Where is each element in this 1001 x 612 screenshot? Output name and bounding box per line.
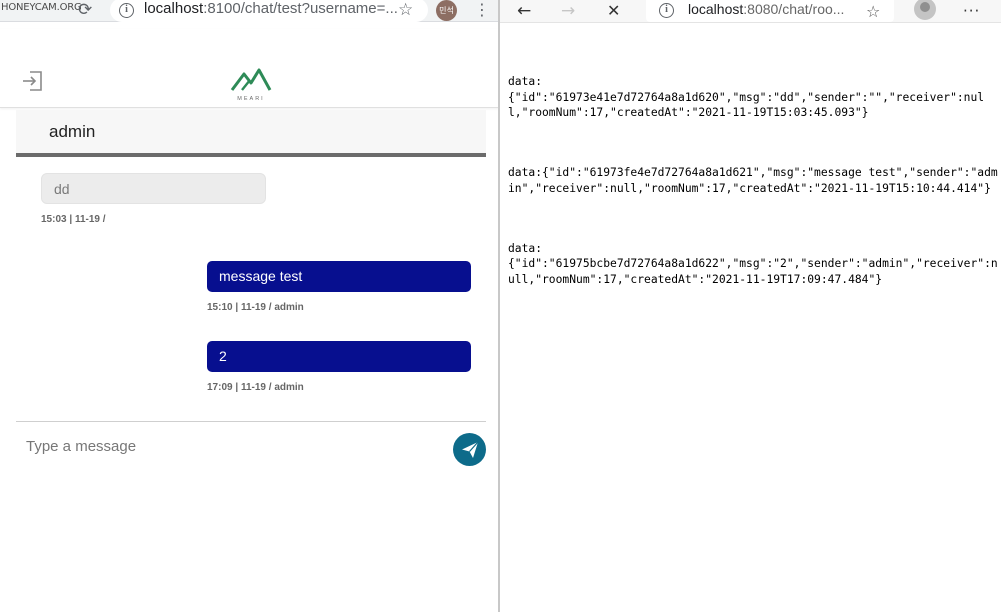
message-meta: 17:09 | 11-19 / admin xyxy=(207,382,304,393)
message-bubble-sent: message test xyxy=(207,261,471,292)
message-meta: 15:10 | 11-19 / admin xyxy=(207,302,304,313)
left-address-bar[interactable]: i localhost:8100/chat/test?username=... xyxy=(110,0,428,22)
message-meta: 15:03 | 11-19 / xyxy=(41,214,106,225)
message-sender: admin xyxy=(274,302,304,313)
message-date: 11-19 xyxy=(240,382,266,393)
left-url[interactable]: localhost:8100/chat/test?username=... xyxy=(144,0,398,17)
send-icon xyxy=(462,441,479,458)
info-icon[interactable]: i xyxy=(659,3,674,18)
chat-title: admin xyxy=(49,122,96,141)
watermark: HONEYCAM.ORG xyxy=(1,2,82,13)
message-text: message test xyxy=(219,268,303,284)
message-input[interactable] xyxy=(16,430,436,462)
kebab-menu-icon[interactable]: ⋮ xyxy=(474,0,490,20)
message-date: 11-19 xyxy=(74,214,100,225)
reload-icon[interactable]: ⟳ xyxy=(78,0,92,20)
message-date: 11-19 xyxy=(240,302,266,313)
message-text: 2 xyxy=(219,348,227,364)
more-options-icon[interactable]: ··· xyxy=(963,0,980,22)
left-browser-toolbar: HONEYCAM.ORG ⟳ i localhost:8100/chat/tes… xyxy=(0,0,499,22)
message-time: 15:03 xyxy=(41,214,67,225)
left-browser-window: HONEYCAM.ORG ⟳ i localhost:8100/chat/tes… xyxy=(0,0,499,612)
message-time: 15:10 xyxy=(207,302,233,313)
profile-icon[interactable] xyxy=(914,0,936,20)
event-stream-entry: data: {"id":"61973e41e7d72764a8a1d620","… xyxy=(508,75,985,119)
message-bubble-sent: 2 xyxy=(207,341,471,372)
profile-avatar[interactable]: 민석 xyxy=(436,0,457,21)
right-url[interactable]: localhost:8080/chat/roo... xyxy=(688,1,844,17)
event-stream-entry: data: {"id":"61975bcbe7d72764a8a1d622","… xyxy=(508,242,998,286)
stop-loading-icon[interactable]: ✕ xyxy=(607,0,620,22)
back-arrow-icon[interactable]: ← xyxy=(517,0,531,22)
app-header: MEARI xyxy=(0,29,499,108)
message-sender: admin xyxy=(274,382,304,393)
right-address-bar[interactable]: i localhost:8080/chat/roo... xyxy=(646,0,894,22)
info-icon[interactable]: i xyxy=(119,3,134,18)
logout-icon[interactable] xyxy=(22,69,44,93)
message-time: 17:09 xyxy=(207,382,233,393)
chat-header-divider xyxy=(16,153,486,157)
chat-header: admin xyxy=(16,110,486,155)
event-stream-output: data: {"id":"61973e41e7d72764a8a1d620","… xyxy=(508,44,998,332)
add-favorite-icon[interactable]: ☆ xyxy=(866,1,880,23)
bookmark-star-icon[interactable]: ☆ xyxy=(398,0,413,20)
send-button[interactable] xyxy=(453,433,486,466)
message-bubble-received: dd xyxy=(41,173,266,204)
right-browser-toolbar: ← → ✕ i localhost:8080/chat/roo... ☆ ··· xyxy=(500,0,1001,23)
svg-text:MEARI: MEARI xyxy=(237,96,264,102)
right-browser-window: ← → ✕ i localhost:8080/chat/roo... ☆ ···… xyxy=(500,0,1001,612)
message-text: dd xyxy=(54,181,70,197)
input-divider xyxy=(16,421,486,422)
meari-logo: MEARI xyxy=(230,68,272,102)
event-stream-entry: data:{"id":"61973fe4e7d72764a8a1d621","m… xyxy=(508,166,998,195)
forward-arrow-icon[interactable]: → xyxy=(561,0,575,22)
